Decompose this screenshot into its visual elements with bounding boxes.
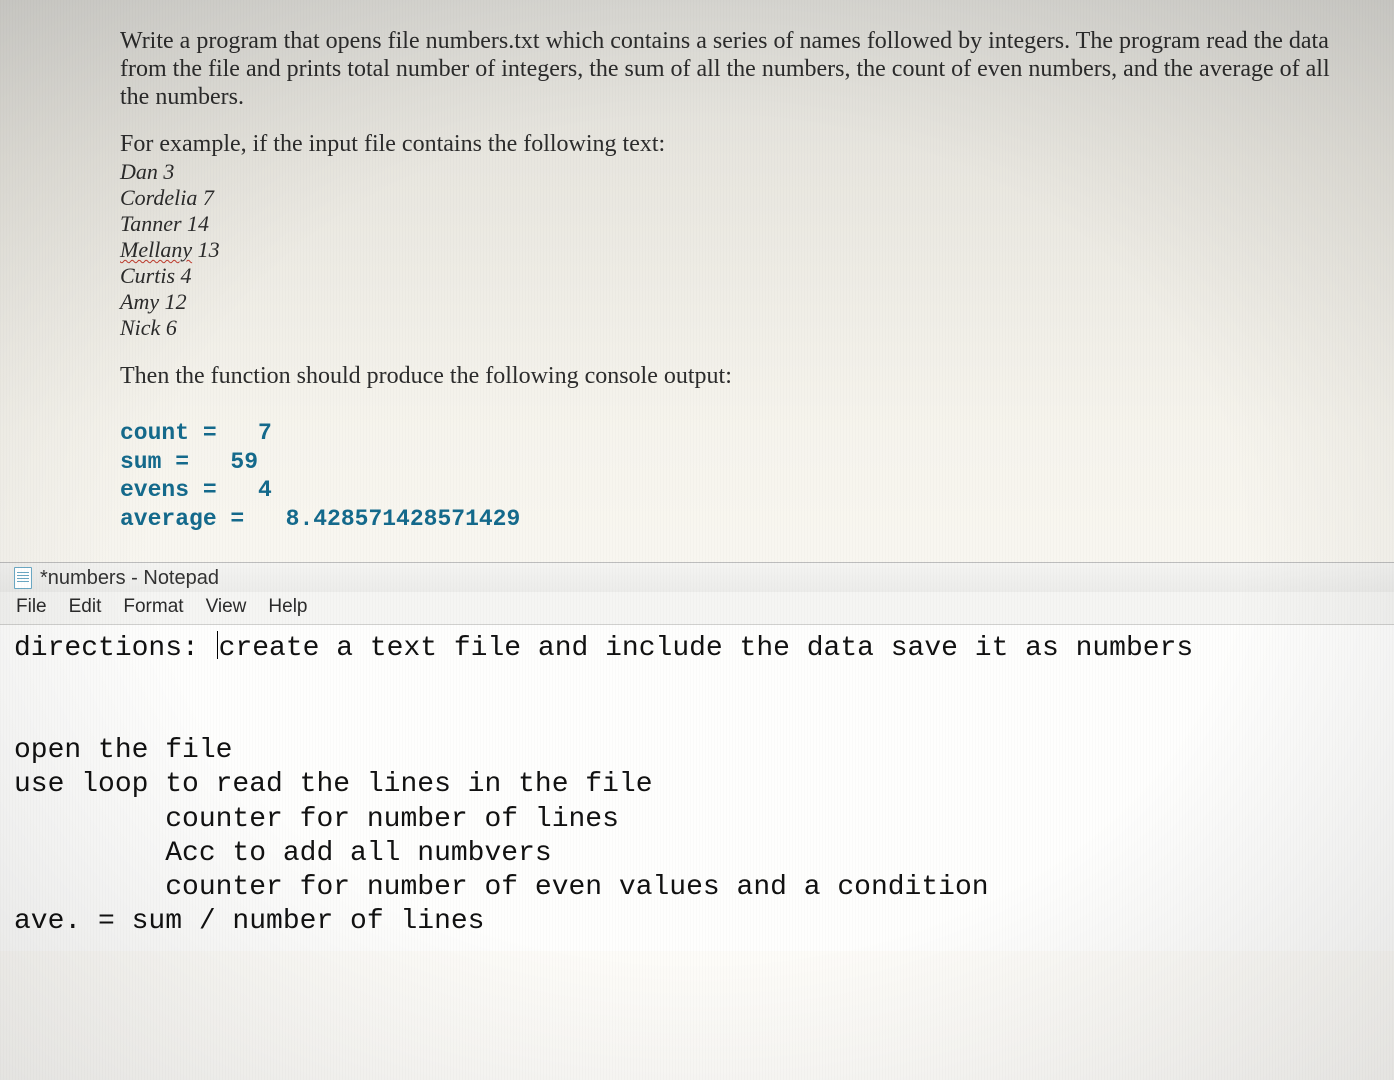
menu-view[interactable]: View xyxy=(202,594,251,620)
notepad-titlebar[interactable]: *numbers - Notepad xyxy=(0,563,1394,592)
example-number: 3 xyxy=(158,159,175,184)
example-input-line: Amy 12 xyxy=(120,289,1334,315)
example-number: 14 xyxy=(182,211,210,236)
example-input-line: Mellany 13 xyxy=(120,237,1334,263)
expected-output-intro: Then the function should produce the fol… xyxy=(120,363,1334,391)
evens-label: evens = xyxy=(120,477,230,503)
example-number: 6 xyxy=(160,315,177,340)
example-number: 7 xyxy=(197,185,214,210)
example-intro: For example, if the input file contains … xyxy=(120,131,1334,159)
example-number: 13 xyxy=(192,237,220,262)
count-label: count = xyxy=(120,420,230,446)
example-input-block: Dan 3Cordelia 7Tanner 14Mellany 13Curtis… xyxy=(120,159,1334,341)
average-label: average = xyxy=(120,506,258,532)
screenshot-root: Write a program that opens file numbers.… xyxy=(0,0,1394,1080)
menu-edit[interactable]: Edit xyxy=(65,594,106,620)
count-value: 7 xyxy=(230,420,271,446)
example-name: Curtis xyxy=(120,263,175,288)
problem-statement: Write a program that opens file numbers.… xyxy=(0,0,1394,562)
sum-value: 59 xyxy=(203,449,258,475)
menu-file[interactable]: File xyxy=(12,594,51,620)
window-title: *numbers - Notepad xyxy=(40,567,219,590)
notepad-icon xyxy=(14,567,32,589)
notepad-text-area[interactable]: directions: create a text file and inclu… xyxy=(0,625,1394,951)
example-name: Amy xyxy=(120,289,159,314)
example-input-line: Curtis 4 xyxy=(120,263,1334,289)
average-value: 8.428571428571429 xyxy=(258,506,520,532)
text-cursor xyxy=(217,631,218,659)
notepad-window: *numbers - Notepad File Edit Format View… xyxy=(0,562,1394,951)
example-name: Nick xyxy=(120,315,160,340)
menu-help[interactable]: Help xyxy=(264,594,311,620)
example-name: Dan xyxy=(120,159,158,184)
evens-value: 4 xyxy=(230,477,271,503)
example-number: 12 xyxy=(159,289,187,314)
example-name: Cordelia xyxy=(120,185,197,210)
expected-console-output: count = 7 sum = 59 evens = 4 average = 8… xyxy=(120,419,1334,534)
example-input-line: Dan 3 xyxy=(120,159,1334,185)
example-input-line: Nick 6 xyxy=(120,315,1334,341)
sum-label: sum = xyxy=(120,449,203,475)
example-name: Mellany xyxy=(120,237,192,262)
menu-format[interactable]: Format xyxy=(119,594,187,620)
notepad-menubar: File Edit Format View Help xyxy=(0,592,1394,625)
example-name: Tanner xyxy=(120,211,182,236)
problem-paragraph: Write a program that opens file numbers.… xyxy=(120,28,1334,111)
example-input-line: Tanner 14 xyxy=(120,211,1334,237)
example-number: 4 xyxy=(175,263,192,288)
example-input-line: Cordelia 7 xyxy=(120,185,1334,211)
